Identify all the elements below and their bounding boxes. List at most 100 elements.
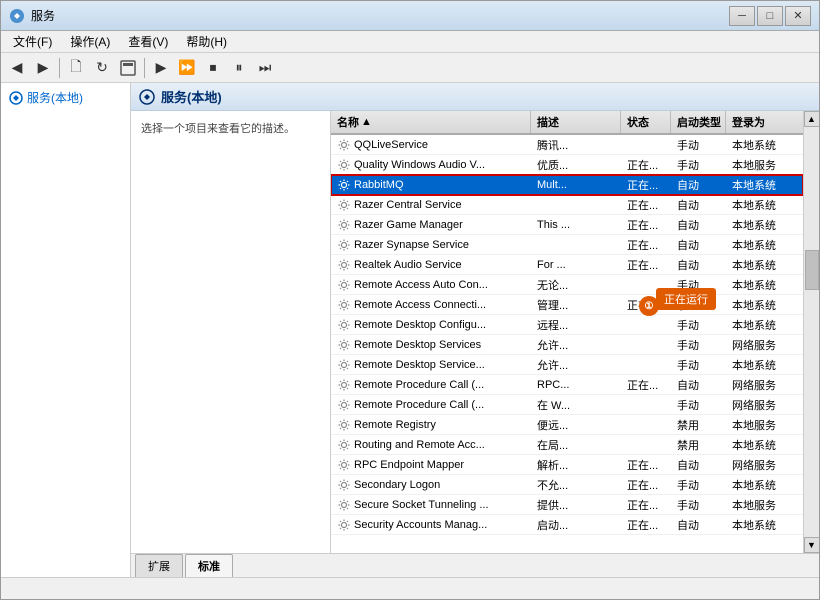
gear-icon <box>337 338 351 352</box>
skip-button[interactable]: ⏭ <box>253 56 277 80</box>
toolbar-separator-2 <box>144 58 145 78</box>
table-row[interactable]: Razer Central Service正在...自动本地系统 <box>331 195 803 215</box>
table-row[interactable]: Remote Access Connecti...管理...正在...手动本地系… <box>331 295 803 315</box>
menu-help[interactable]: 帮助(H) <box>178 31 235 52</box>
service-status-cell: 正在... <box>621 156 671 174</box>
table-row[interactable]: Quality Windows Audio V...优质...正在...手动本地… <box>331 155 803 175</box>
service-name-cell: Razer Central Service <box>331 197 531 213</box>
maximize-button[interactable]: □ <box>757 6 783 26</box>
header-login[interactable]: 登录为 <box>726 111 803 133</box>
table-row[interactable]: Remote Registry便远...禁用本地服务 <box>331 415 803 435</box>
forward-button[interactable]: ▶ <box>31 56 55 80</box>
table-row[interactable]: Razer Synapse Service正在...自动本地系统 <box>331 235 803 255</box>
gear-icon <box>337 278 351 292</box>
sidebar-label: 服务(本地) <box>27 89 83 106</box>
table-row[interactable]: RabbitMQMult...正在...自动本地系统 <box>331 175 803 195</box>
service-startup-cell: 自动 <box>671 256 726 274</box>
table-row[interactable]: QQLiveService腾讯...手动本地系统 <box>331 135 803 155</box>
scroll-track[interactable] <box>804 127 820 537</box>
service-startup-cell: 自动 <box>671 196 726 214</box>
show-console-button[interactable]: 🗋 <box>64 56 88 80</box>
tab-extended[interactable]: 扩展 <box>135 554 183 577</box>
sidebar-item-local-services[interactable]: 服务(本地) <box>1 83 130 112</box>
table-row[interactable]: Razer Game ManagerThis ...正在...自动本地系统 <box>331 215 803 235</box>
service-name-cell: Razer Game Manager <box>331 217 531 233</box>
play-fast-button[interactable]: ⏩ <box>175 56 199 80</box>
main-window: 服务 ─ □ ✕ 文件(F) 操作(A) 查看(V) 帮助(H) ◀ ▶ 🗋 ↻… <box>0 0 820 600</box>
table-row[interactable]: Realtek Audio ServiceFor ...正在...自动本地系统 <box>331 255 803 275</box>
gear-icon <box>337 298 351 312</box>
table-row[interactable]: Secondary Logon不允...正在...手动本地系统 <box>331 475 803 495</box>
service-name-cell: Remote Desktop Services <box>331 337 531 353</box>
service-name-cell: Routing and Remote Acc... <box>331 437 531 453</box>
stop-button[interactable]: ⏹ <box>201 56 225 80</box>
service-status-cell <box>621 444 671 446</box>
service-status-cell: 正在... <box>621 376 671 394</box>
table-row[interactable]: Remote Procedure Call (...RPC...正在...自动网… <box>331 375 803 395</box>
scroll-thumb[interactable] <box>805 250 819 290</box>
pause-button[interactable]: ⏸ <box>227 56 251 80</box>
tab-standard[interactable]: 标准 <box>185 554 233 577</box>
table-row[interactable]: Remote Desktop Configu...远程...手动本地系统 <box>331 315 803 335</box>
close-button[interactable]: ✕ <box>785 6 811 26</box>
scroll-up-button[interactable]: ▲ <box>804 111 820 127</box>
service-login-cell: 本地系统 <box>726 436 803 454</box>
service-startup-cell: 手动 <box>671 356 726 374</box>
service-login-cell: 本地服务 <box>726 156 803 174</box>
window-title: 服务 <box>31 7 55 24</box>
scroll-down-button[interactable]: ▼ <box>804 537 820 553</box>
table-row[interactable]: Secure Socket Tunneling ...提供...正在...手动本… <box>331 495 803 515</box>
table-row[interactable]: Remote Access Auto Con...无论...手动本地系统 <box>331 275 803 295</box>
service-list[interactable]: QQLiveService腾讯...手动本地系统 Quality Windows… <box>331 135 803 553</box>
service-login-cell: 本地系统 <box>726 316 803 334</box>
header-status[interactable]: 状态 <box>621 111 671 133</box>
service-startup-cell: 禁用 <box>671 436 726 454</box>
service-startup-cell: 手动 <box>671 336 726 354</box>
content-header: 服务(本地) <box>131 83 819 111</box>
service-desc-cell <box>531 244 621 246</box>
left-description-pane: 选择一个项目来查看它的描述。 <box>131 111 331 553</box>
service-name-cell: Secure Socket Tunneling ... <box>331 497 531 513</box>
table-row[interactable]: Routing and Remote Acc...在局... 禁用本地系统 <box>331 435 803 455</box>
minimize-button[interactable]: ─ <box>729 6 755 26</box>
bottom-tabs: 扩展 标准 <box>131 553 819 577</box>
back-button[interactable]: ◀ <box>5 56 29 80</box>
menu-view[interactable]: 查看(V) <box>120 31 176 52</box>
service-status-cell: 正在... <box>621 456 671 474</box>
service-status-cell: 正在... <box>621 496 671 514</box>
export-button[interactable] <box>116 56 140 80</box>
header-desc[interactable]: 描述 <box>531 111 621 133</box>
main-area: 服务(本地) 服务(本地) 选择一个项目来查看它的描述。 <box>1 83 819 577</box>
table-row[interactable]: Remote Desktop Services允许...手动网络服务 <box>331 335 803 355</box>
service-name-cell: Remote Access Connecti... <box>331 297 531 313</box>
service-startup-cell: 自动 <box>671 216 726 234</box>
header-name[interactable]: 名称 ▲ <box>331 111 531 133</box>
play-button[interactable]: ▶ <box>149 56 173 80</box>
service-name-cell: Security Accounts Manag... <box>331 517 531 533</box>
service-desc-cell: 远程... <box>531 316 621 334</box>
gear-icon <box>337 378 351 392</box>
service-desc-cell: 无论... <box>531 276 621 294</box>
service-status-cell: 正在... <box>621 216 671 234</box>
table-row[interactable]: Security Accounts Manag...启动...正在...自动本地… <box>331 515 803 535</box>
title-bar: 服务 ─ □ ✕ <box>1 1 819 31</box>
refresh-button[interactable]: ↻ <box>90 56 114 80</box>
service-startup-cell: 自动 <box>671 176 726 194</box>
menu-file[interactable]: 文件(F) <box>5 31 60 52</box>
table-row[interactable]: Remote Desktop Service...允许...手动本地系统 <box>331 355 803 375</box>
service-name-cell: Remote Access Auto Con... <box>331 277 531 293</box>
service-login-cell: 网络服务 <box>726 376 803 394</box>
table-row[interactable]: RPC Endpoint Mapper解析...正在...自动网络服务 <box>331 455 803 475</box>
service-name-cell: Remote Desktop Configu... <box>331 317 531 333</box>
service-desc-cell: 腾讯... <box>531 136 621 154</box>
content-area: 服务(本地) 选择一个项目来查看它的描述。 名称 ▲ <box>131 83 819 577</box>
vertical-scrollbar[interactable]: ▲ ▼ <box>803 111 819 553</box>
header-startup[interactable]: 启动类型 <box>671 111 726 133</box>
table-row[interactable]: Remote Procedure Call (...在 W...手动网络服务 <box>331 395 803 415</box>
service-name-cell: QQLiveService <box>331 137 531 153</box>
menu-action[interactable]: 操作(A) <box>62 31 118 52</box>
service-status-cell <box>621 404 671 406</box>
service-desc-cell: 在局... <box>531 436 621 454</box>
service-startup-cell: 自动 <box>671 376 726 394</box>
service-desc-cell: RPC... <box>531 378 621 392</box>
